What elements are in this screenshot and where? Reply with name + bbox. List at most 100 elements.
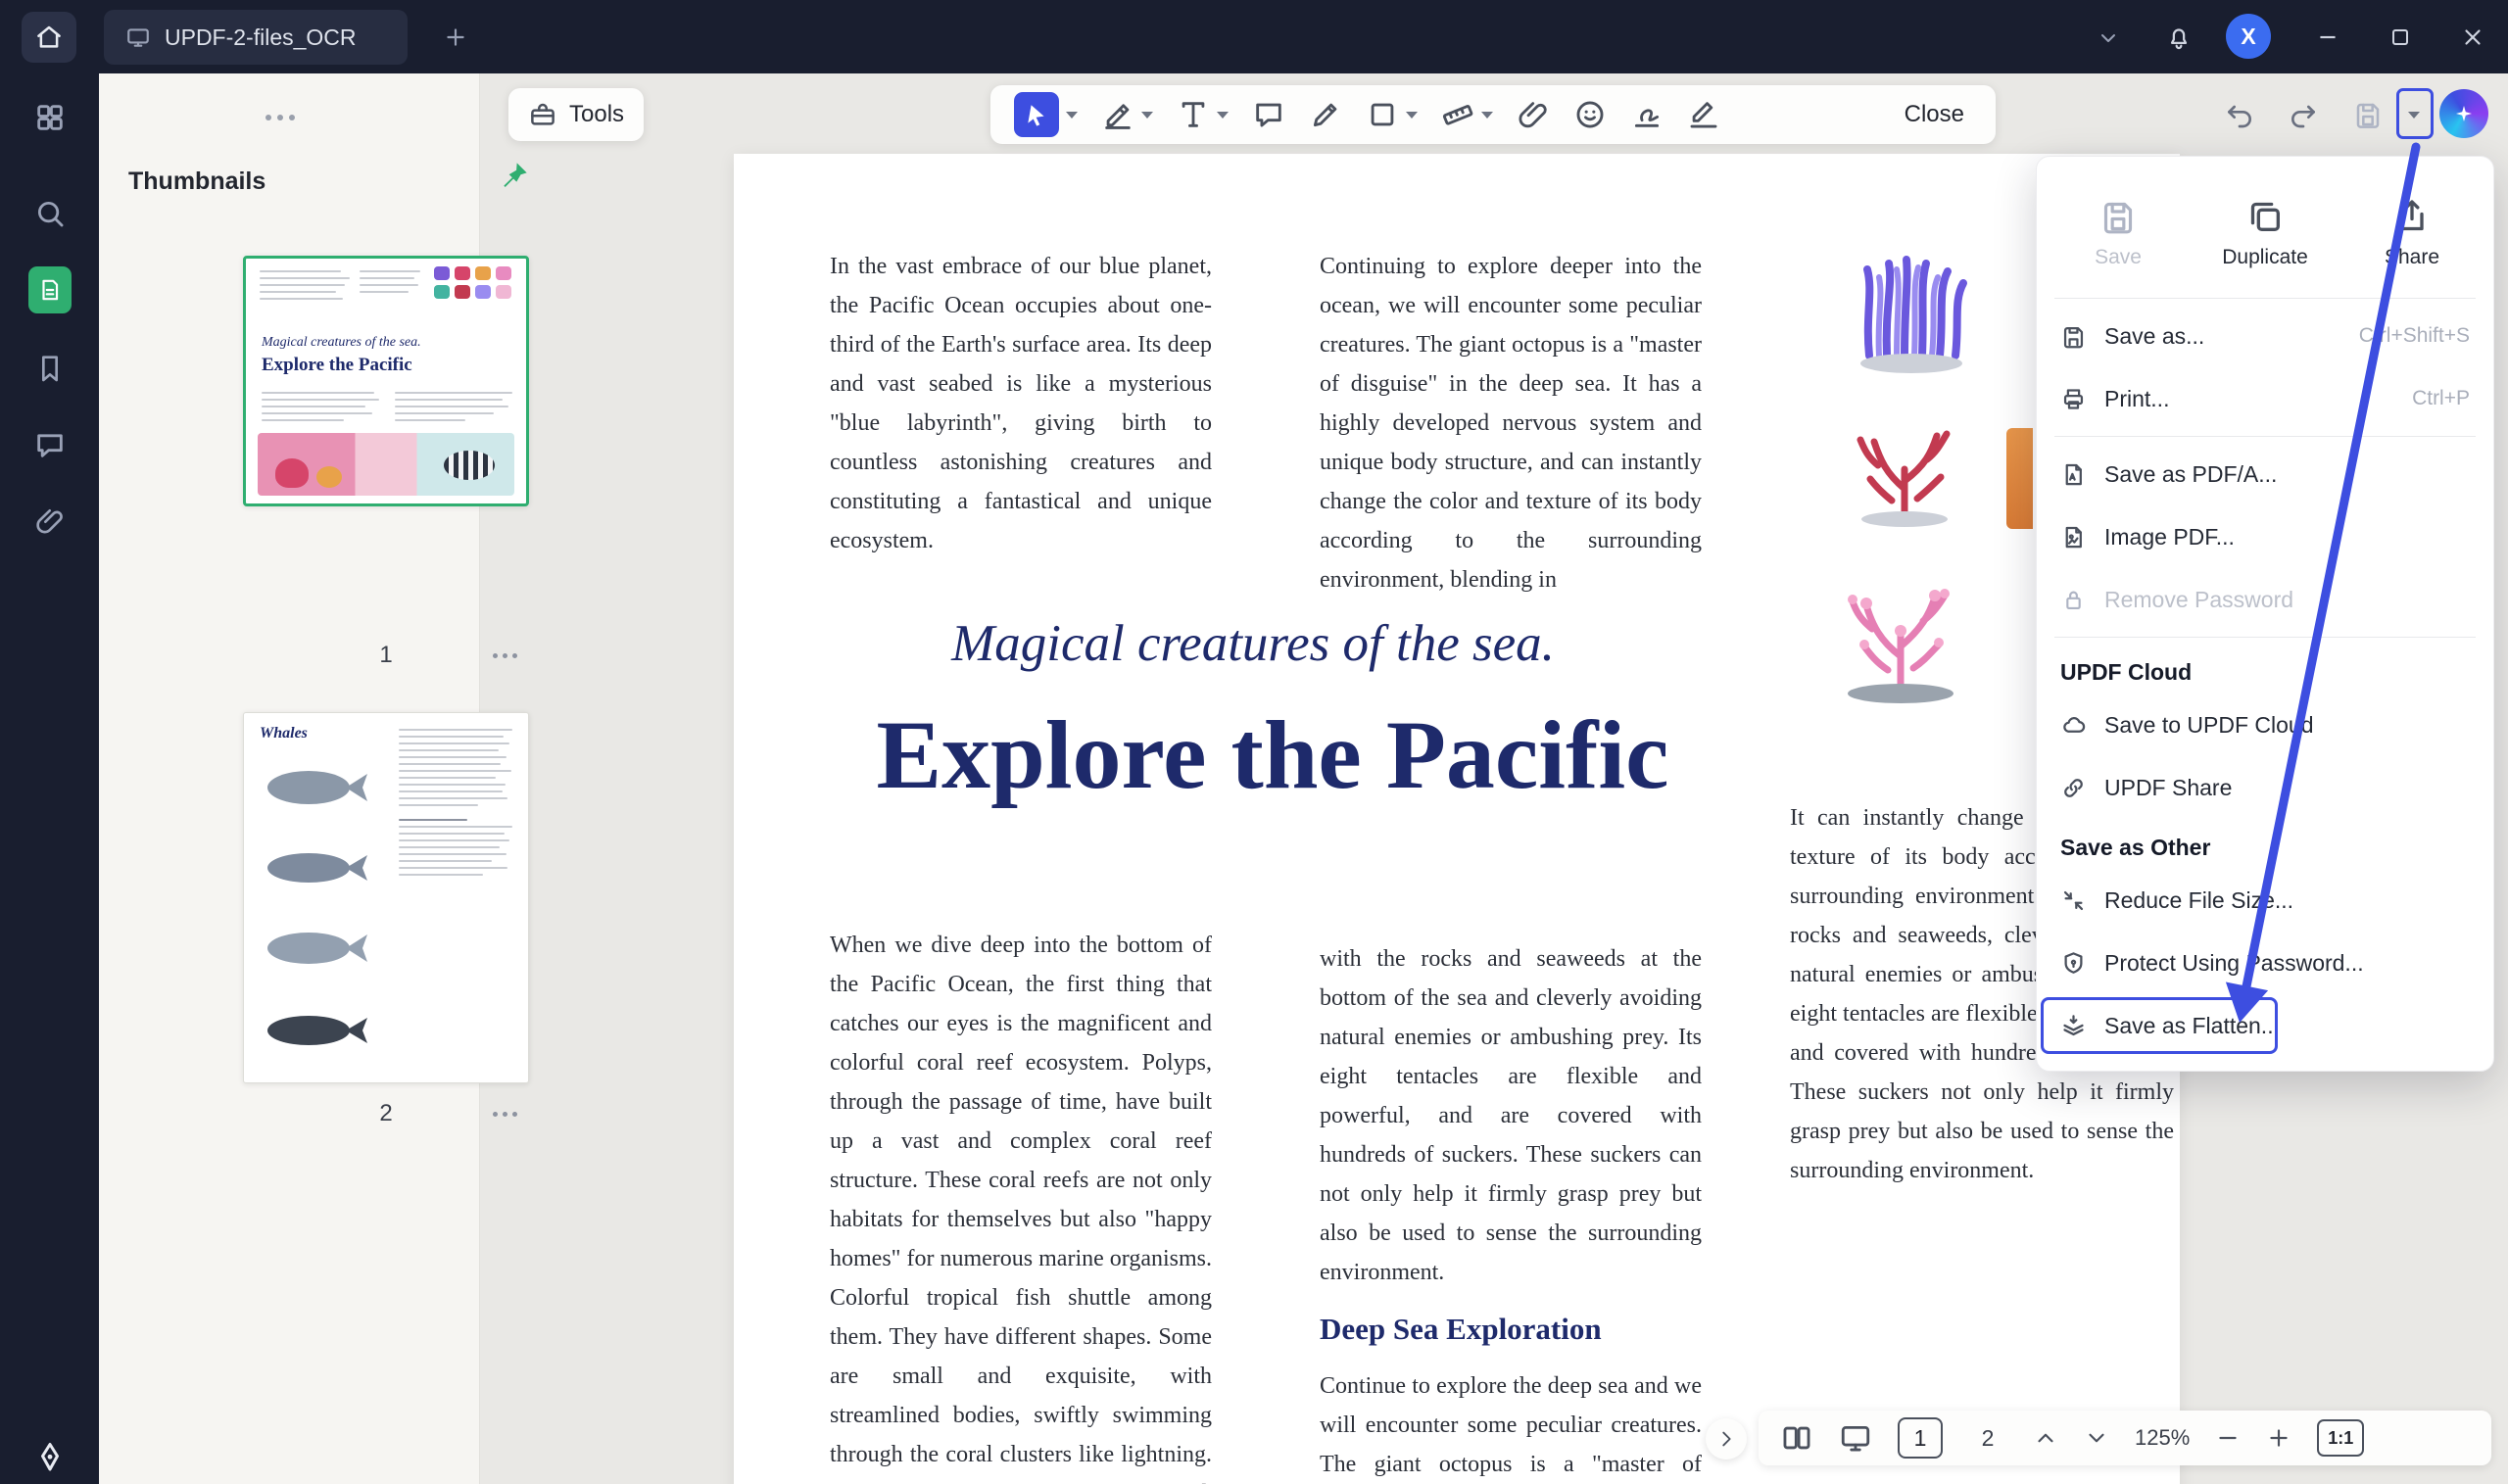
tools-button[interactable]: Tools (508, 88, 644, 141)
page-1-button[interactable]: 1 (1898, 1417, 1943, 1459)
close-toolbar-button[interactable]: Close (1897, 101, 1972, 128)
text-tool-caret[interactable] (1217, 112, 1229, 119)
attachments-button[interactable] (0, 491, 99, 551)
previous-page-button[interactable] (2033, 1425, 2058, 1451)
document-tab[interactable]: UPDF-2-files_OCR (104, 10, 408, 65)
page-2-thumbnail[interactable]: Whales (243, 712, 529, 1083)
undo-icon (2224, 99, 2255, 130)
menu-quick-save[interactable]: Save (2045, 174, 2192, 292)
page-2-button[interactable]: 2 (1968, 1425, 2007, 1452)
thumb1-script-title: Magical creatures of the sea. (246, 335, 526, 351)
sticker-tool[interactable] (1573, 98, 1607, 131)
menu-quick-share[interactable]: Share (2339, 174, 2485, 292)
menu-item-protect-using-password[interactable]: Protect Using Password... (2037, 932, 2493, 994)
signature-pen-button[interactable] (0, 1427, 99, 1484)
minimize-button[interactable] (2304, 14, 2351, 61)
menu-item-save-to-updf-cloud[interactable]: Save to UPDF Cloud (2037, 694, 2493, 756)
strikeout-tool[interactable] (1687, 98, 1720, 131)
reader-mode-button[interactable] (1839, 1421, 1872, 1455)
menu-item-image-pdf[interactable]: Image PDF... (2037, 505, 2493, 568)
thumb2-whale-3 (262, 917, 375, 976)
thumb1-textblock (360, 270, 420, 298)
page-1-thumbnail[interactable]: Magical creatures of the sea. Explore th… (243, 256, 529, 506)
minimize-icon (2315, 24, 2340, 50)
menu-item-reduce-file-size[interactable]: Reduce File Size... (2037, 869, 2493, 932)
menu-divider (2054, 637, 2476, 638)
next-page-button[interactable] (2084, 1425, 2109, 1451)
zoom-out-button[interactable] (2215, 1425, 2241, 1451)
pin-panel-button[interactable] (499, 160, 530, 191)
zoom-in-button[interactable] (2266, 1425, 2291, 1451)
menu-quick-actions: Save Duplicate Share (2037, 165, 2493, 292)
menu-section-updf-cloud: UPDF Cloud (2037, 644, 2493, 694)
notifications-button[interactable] (2155, 14, 2202, 61)
shape-tool-caret[interactable] (1406, 112, 1418, 119)
updf-ai-button[interactable] (2439, 89, 2488, 138)
highlight-tool-caret[interactable] (1141, 112, 1153, 119)
page-1-options-button[interactable] (493, 653, 517, 658)
pdf-page[interactable]: In the vast embrace of our blue planet, … (734, 154, 2180, 1484)
thumbnails-panel-button[interactable] (0, 260, 99, 320)
menu-item-save-as[interactable]: Save as... Ctrl+Shift+S (2037, 305, 2493, 367)
home-icon (34, 23, 64, 52)
shape-tool[interactable] (1366, 98, 1418, 131)
save-button[interactable] (2343, 90, 2392, 139)
pen-tool[interactable] (1309, 98, 1342, 131)
attachment-tool[interactable] (1517, 98, 1550, 131)
measure-tool[interactable] (1441, 98, 1493, 131)
menu-section-save-as-other: Save as Other (2037, 819, 2493, 869)
redo-button[interactable] (2279, 90, 2328, 139)
bookmarks-button[interactable] (0, 338, 99, 399)
search-button[interactable] (0, 183, 99, 244)
shape-tool-icon (1366, 98, 1399, 131)
page-2-options-button[interactable] (493, 1112, 517, 1117)
actual-size-button[interactable]: 1:1 (2317, 1419, 2364, 1457)
doc-script-title: Magical creatures of the sea. (773, 614, 1733, 673)
zoom-level[interactable]: 125% (2135, 1425, 2190, 1451)
doc-paragraph-2: Continuing to explore deeper into the oc… (1320, 247, 1702, 599)
apps-grid-button[interactable] (0, 87, 99, 148)
close-window-button[interactable] (2449, 14, 2496, 61)
menu-item-updf-share[interactable]: UPDF Share (2037, 756, 2493, 819)
chevron-right-icon (1715, 1428, 1737, 1450)
comments-button[interactable] (0, 414, 99, 475)
chevron-down-icon (2097, 25, 2120, 49)
pink-coral-image (1823, 564, 1978, 705)
text-tool[interactable] (1177, 98, 1229, 131)
select-tool[interactable] (1014, 92, 1078, 137)
menu-item-remove-password[interactable]: Remove Password (2037, 568, 2493, 631)
panel-resize-handle[interactable] (265, 115, 295, 120)
lock-icon (2060, 587, 2087, 613)
comment-tool[interactable] (1252, 98, 1285, 131)
comment-icon (33, 428, 67, 461)
select-tool-caret[interactable] (1066, 112, 1078, 119)
orange-coral-image-edge (2006, 428, 2033, 529)
collapse-statusbar-button[interactable] (1706, 1418, 1747, 1460)
thumb2-whale-1 (262, 756, 375, 815)
measure-tool-caret[interactable] (1481, 112, 1493, 119)
comment-tool-icon (1252, 98, 1285, 131)
thumb2-title: Whales (260, 725, 308, 742)
new-tab-button[interactable] (436, 18, 475, 57)
doc-paragraph-1: In the vast embrace of our blue planet, … (830, 247, 1212, 560)
home-button[interactable] (22, 12, 76, 63)
maximize-button[interactable] (2377, 14, 2424, 61)
menu-item-save-as-pdfa[interactable]: Save as PDF/A... (2037, 443, 2493, 505)
reduce-size-icon (2060, 887, 2087, 914)
thumb1-textblock (395, 392, 512, 426)
avatar[interactable]: X (2226, 14, 2271, 59)
menu-quick-duplicate[interactable]: Duplicate (2192, 174, 2339, 292)
highlight-tool[interactable] (1101, 98, 1153, 131)
page-layout-button[interactable] (1780, 1421, 1813, 1455)
menu-item-save-as-flatten[interactable]: Save as Flatten... (2037, 994, 2493, 1057)
undo-button[interactable] (2215, 90, 2264, 139)
thumb1-coral-images (434, 266, 522, 299)
signature-tool[interactable] (1630, 98, 1664, 131)
share-icon (2392, 197, 2432, 236)
select-tool-icon (1014, 92, 1059, 137)
menu-item-print[interactable]: Print... Ctrl+P (2037, 367, 2493, 430)
doc-heading-deep-sea: Deep Sea Exploration (1320, 1312, 1602, 1347)
collapse-tabs-button[interactable] (2085, 14, 2132, 61)
thumb2-textblock (399, 729, 512, 881)
close-icon (2460, 24, 2485, 50)
